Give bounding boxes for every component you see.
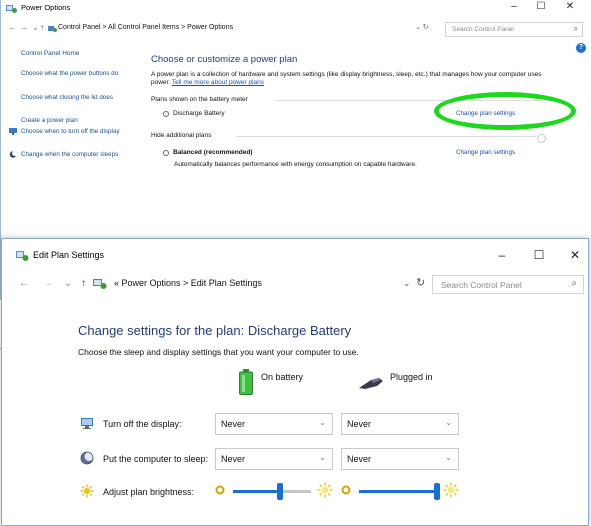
monitor-icon [9,128,17,135]
select-value: Never [347,419,372,429]
group-label-battery-meter: Plans shown on the battery meter [151,96,248,103]
sidebar-link-closing-lid[interactable]: Choose what closing the lid does [21,94,121,102]
up-arrow-icon[interactable]: ↑ [40,23,44,32]
refresh-icon[interactable]: ↻ [416,276,425,289]
page-subtitle: Choose the sleep and display settings th… [78,347,359,357]
forward-arrow-icon[interactable]: → [20,23,28,32]
page-title: Change settings for the plan: Discharge … [78,323,352,338]
chevron-down-icon: ⌄ [445,453,452,462]
group-label-hide-plans[interactable]: Hide additional plans [151,132,211,139]
close-button[interactable]: ✕ [560,1,580,12]
display-icon [81,418,93,429]
breadcrumb[interactable]: Control Panel > All Control Panel Items … [58,24,233,31]
sidebar-link-create-plan[interactable]: Create a power plan [21,117,121,125]
balanced-description: Automatically balances performance with … [174,161,417,168]
select-value: Never [347,454,372,464]
minimize-button[interactable]: – [504,1,524,12]
screen: Power Options – ☐ ✕ ← → ⌄ ↑ Control Pane… [0,0,591,526]
search-box[interactable]: Search Control Panel ⌕ [445,22,583,37]
slider-track [233,483,311,500]
label-plan-brightness: Adjust plan brightness: [103,487,195,497]
slider-track [359,483,440,500]
label-computer-sleep: Put the computer to sleep: [103,454,209,464]
maximize-button[interactable]: ☐ [531,1,551,12]
power-options-icon [6,5,17,13]
control-panel-home-link[interactable]: Control Panel Home [21,50,80,57]
brightness-slider-on-battery[interactable] [215,481,333,503]
select-sleep-plugged-in[interactable]: Never ⌄ [341,448,459,470]
dim-sun-icon [341,485,351,495]
select-value: Never [221,419,246,429]
moon-icon [9,151,17,158]
group-divider [236,136,536,137]
close-button[interactable]: ✕ [563,248,587,262]
title-bar: Edit Plan Settings – ☐ ✕ [2,239,588,269]
search-placeholder: Search Control Panel [441,280,522,290]
bright-sun-icon [317,482,333,498]
select-value: Never [221,454,246,464]
maximize-button[interactable]: ☐ [527,248,551,262]
sidebar-link-computer-sleeps[interactable]: Change when the computer sleeps [21,151,121,159]
label-turn-off-display: Turn off the display: [103,419,182,429]
address-bar: ← → ⌄ ↑ Control Panel > All Control Pane… [1,20,591,38]
brightness-slider-plugged-in[interactable] [341,481,459,503]
slider-thumb[interactable] [434,483,440,500]
highlight-annotation [434,92,576,130]
change-plan-settings-link-balanced[interactable]: Change plan settings [456,149,515,156]
select-sleep-on-battery[interactable]: Never ⌄ [215,448,333,470]
search-box[interactable]: Search Control Panel ⌕ [432,275,584,294]
forward-arrow-icon[interactable]: → [43,278,53,289]
recent-locations-icon[interactable]: ⌄ [64,278,72,289]
search-placeholder: Search Control Panel [452,26,514,33]
slider-thumb[interactable] [276,483,283,500]
brightness-icon [80,484,94,498]
plan-balanced[interactable]: Balanced (recommended) [173,149,252,156]
sidebar-link-power-buttons[interactable]: Choose what the power buttons do [21,70,121,78]
title-bar: Power Options – ☐ ✕ [1,0,591,18]
address-dropdown-refresh[interactable]: ⌄ ↻ [415,23,429,31]
control-panel-icon [48,26,57,32]
column-on-battery: On battery [261,372,304,382]
recent-locations-icon[interactable]: ⌄ [32,23,39,32]
power-options-icon [16,251,29,261]
page-description: A power plan is a collection of hardware… [151,71,551,87]
window-title: Power Options [21,3,71,12]
select-display-on-battery[interactable]: Never ⌄ [215,413,333,435]
control-panel-icon [93,279,107,289]
collapse-chevron-icon[interactable] [537,134,546,143]
back-arrow-icon[interactable]: ← [8,23,16,32]
help-icon[interactable]: ? [576,43,586,53]
edit-plan-settings-window: Edit Plan Settings – ☐ ✕ ← → ⌄ ↑ « Power… [1,238,589,526]
radio-discharge-battery[interactable] [163,111,169,117]
slider-fill [233,490,280,493]
back-arrow-icon[interactable]: ← [19,278,29,289]
window-title: Edit Plan Settings [33,250,105,260]
bright-sun-icon [443,482,459,498]
up-arrow-icon[interactable]: ↑ [81,278,86,289]
column-plugged-in: Plugged in [390,372,433,382]
slider-fill [359,490,437,493]
select-display-plugged-in[interactable]: Never ⌄ [341,413,459,435]
battery-icon [239,369,253,395]
search-icon: ⌕ [571,278,577,289]
plan-discharge-battery[interactable]: Discharge Battery [173,110,225,117]
chevron-down-icon: ⌄ [319,453,326,462]
address-bar: ← → ⌄ ↑ « Power Options > Edit Plan Sett… [2,272,588,296]
address-dropdown[interactable]: ⌄ [403,278,411,289]
radio-balanced[interactable] [163,150,169,156]
breadcrumb[interactable]: « Power Options > Edit Plan Settings [114,278,262,288]
dim-sun-icon [215,485,225,495]
learn-more-link[interactable]: Tell me more about power plans [172,79,264,86]
chevron-down-icon: ⌄ [445,418,452,427]
minimize-button[interactable]: – [490,248,514,262]
plug-icon [359,378,383,389]
chevron-down-icon: ⌄ [319,418,326,427]
sidebar-link-turn-off-display[interactable]: Choose when to turn off the display [21,128,121,136]
page-title: Choose or customize a power plan [151,54,298,65]
sleep-icon [80,451,94,465]
search-icon: ⌕ [573,24,578,33]
